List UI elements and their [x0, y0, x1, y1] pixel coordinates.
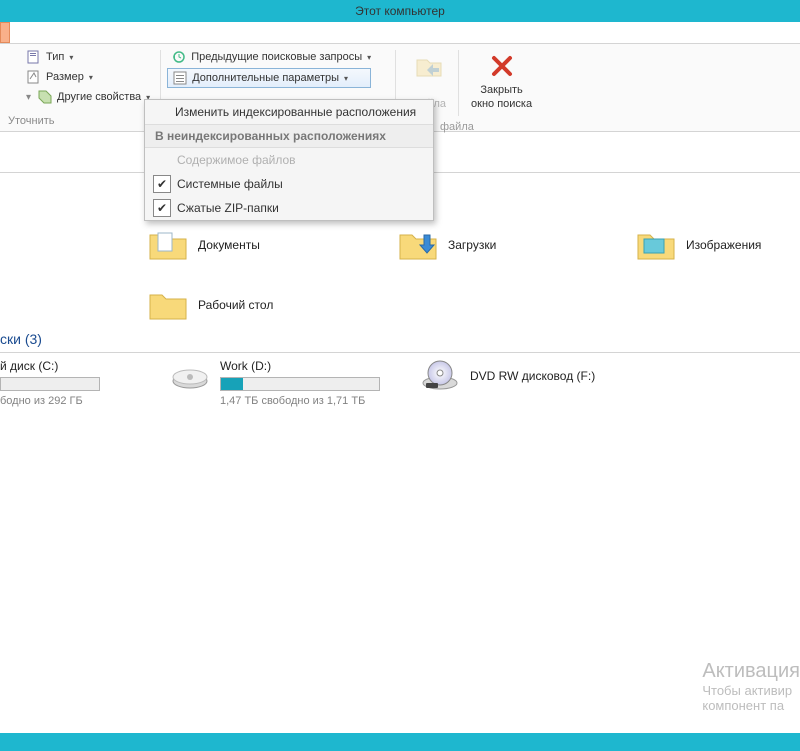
folder-label: Документы: [198, 238, 260, 252]
refine-group-label: Уточнить: [8, 115, 55, 127]
folder-pictures-icon: [636, 227, 676, 263]
menu-item-label: Системные файлы: [177, 177, 283, 191]
capacity-bar: [0, 377, 100, 391]
folder-item-pictures[interactable]: Изображения: [636, 227, 761, 263]
drives-section-header[interactable]: ски (3): [0, 331, 42, 347]
drive-free-label: бодно из 292 ГБ: [0, 395, 100, 407]
type-dropdown[interactable]: Тип ▾: [22, 48, 154, 66]
taskbar[interactable]: [0, 733, 800, 751]
folder-label: Рабочий стол: [198, 298, 273, 312]
menu-nonindexed-header: В неиндексированных расположениях: [145, 124, 433, 148]
menu-item-change-indexed-locations[interactable]: Изменить индексированные расположения: [145, 100, 433, 124]
menu-item-system-files[interactable]: ✔ Системные файлы: [145, 172, 433, 196]
menu-item-zip-folders[interactable]: ✔ Сжатые ZIP-папки: [145, 196, 433, 220]
capacity-bar: [220, 377, 380, 391]
checkbox-checked-icon: ✔: [153, 199, 171, 217]
folder-icon: [148, 287, 188, 323]
history-icon: [171, 49, 187, 65]
close-search-button[interactable]: Закрыть окно поиска: [465, 48, 538, 112]
folder-item-downloads[interactable]: Загрузки: [398, 227, 496, 263]
ribbon-tab-strip: [0, 22, 800, 44]
folder-icon: [148, 227, 188, 263]
other-props-dropdown[interactable]: ▾ Другие свойства ▾: [22, 88, 154, 106]
folder-arrow-icon: [413, 50, 445, 82]
folder-label: Загрузки: [448, 238, 496, 252]
folder-item-documents[interactable]: Документы: [148, 227, 260, 263]
drive-free-label: 1,47 ТБ свободно из 1,71 ТБ: [220, 395, 380, 407]
menu-item-label: Изменить индексированные расположения: [175, 105, 416, 119]
window-title: Этот компьютер: [355, 4, 445, 18]
folder-label: Изображения: [686, 238, 761, 252]
close-search-label1: Закрыть: [480, 84, 522, 96]
chevron-down-icon: ▾: [26, 92, 31, 103]
chevron-down-icon: ▾: [69, 53, 73, 62]
chevron-down-icon: ▾: [367, 53, 371, 62]
other-props-label: Другие свойства: [57, 91, 141, 103]
file-tab[interactable]: [0, 22, 10, 43]
watermark-line1: Активация: [702, 660, 800, 683]
tag-icon: [37, 89, 53, 105]
watermark-line2: Чтобы активир: [702, 683, 800, 698]
type-label: Тип: [46, 51, 64, 63]
folder-item-desktop[interactable]: Рабочий стол: [148, 287, 273, 323]
previous-searches-dropdown[interactable]: Предыдущие поисковые запросы ▾: [167, 48, 375, 66]
close-icon: [486, 50, 518, 82]
separator: [458, 50, 459, 116]
menu-item-label: Сжатые ZIP-папки: [177, 201, 279, 215]
drive-label: DVD RW дисковод (F:): [470, 369, 595, 383]
hdd-icon: [170, 359, 210, 393]
size-label: Размер: [46, 71, 84, 83]
chevron-down-icon: ▾: [89, 73, 93, 82]
chevron-down-icon: ▾: [344, 74, 348, 83]
type-icon: [26, 49, 42, 65]
dvd-drive-icon: [420, 359, 460, 393]
divider: [0, 352, 800, 353]
drive-item-c[interactable]: й диск (C:) бодно из 292 ГБ: [0, 359, 100, 407]
advanced-options-dropdown[interactable]: Дополнительные параметры ▾: [167, 68, 371, 88]
checkbox-checked-icon: ✔: [153, 175, 171, 193]
window-titlebar: Этот компьютер: [0, 0, 800, 22]
drive-item-f[interactable]: DVD RW дисковод (F:): [420, 359, 595, 393]
watermark-line3: компонент па: [702, 698, 800, 713]
menu-item-label: Содержимое файлов: [177, 153, 296, 167]
list-icon: [172, 70, 188, 86]
previous-searches-label: Предыдущие поисковые запросы: [191, 51, 362, 63]
size-icon: [26, 69, 42, 85]
drive-item-d[interactable]: Work (D:) 1,47 ТБ свободно из 1,71 ТБ: [170, 359, 380, 407]
advanced-options-menu: Изменить индексированные расположения В …: [144, 99, 434, 221]
open-file-label-rhs: файла: [440, 121, 474, 133]
activation-watermark: Активация Чтобы активир компонент па: [702, 660, 800, 713]
menu-item-file-contents[interactable]: Содержимое файлов: [145, 148, 433, 172]
drive-label: й диск (C:): [0, 359, 100, 373]
folder-download-icon: [398, 227, 438, 263]
advanced-options-label: Дополнительные параметры: [192, 72, 339, 84]
close-search-label2: окно поиска: [471, 98, 532, 110]
drive-label: Work (D:): [220, 359, 380, 373]
size-dropdown[interactable]: Размер ▾: [22, 68, 154, 86]
